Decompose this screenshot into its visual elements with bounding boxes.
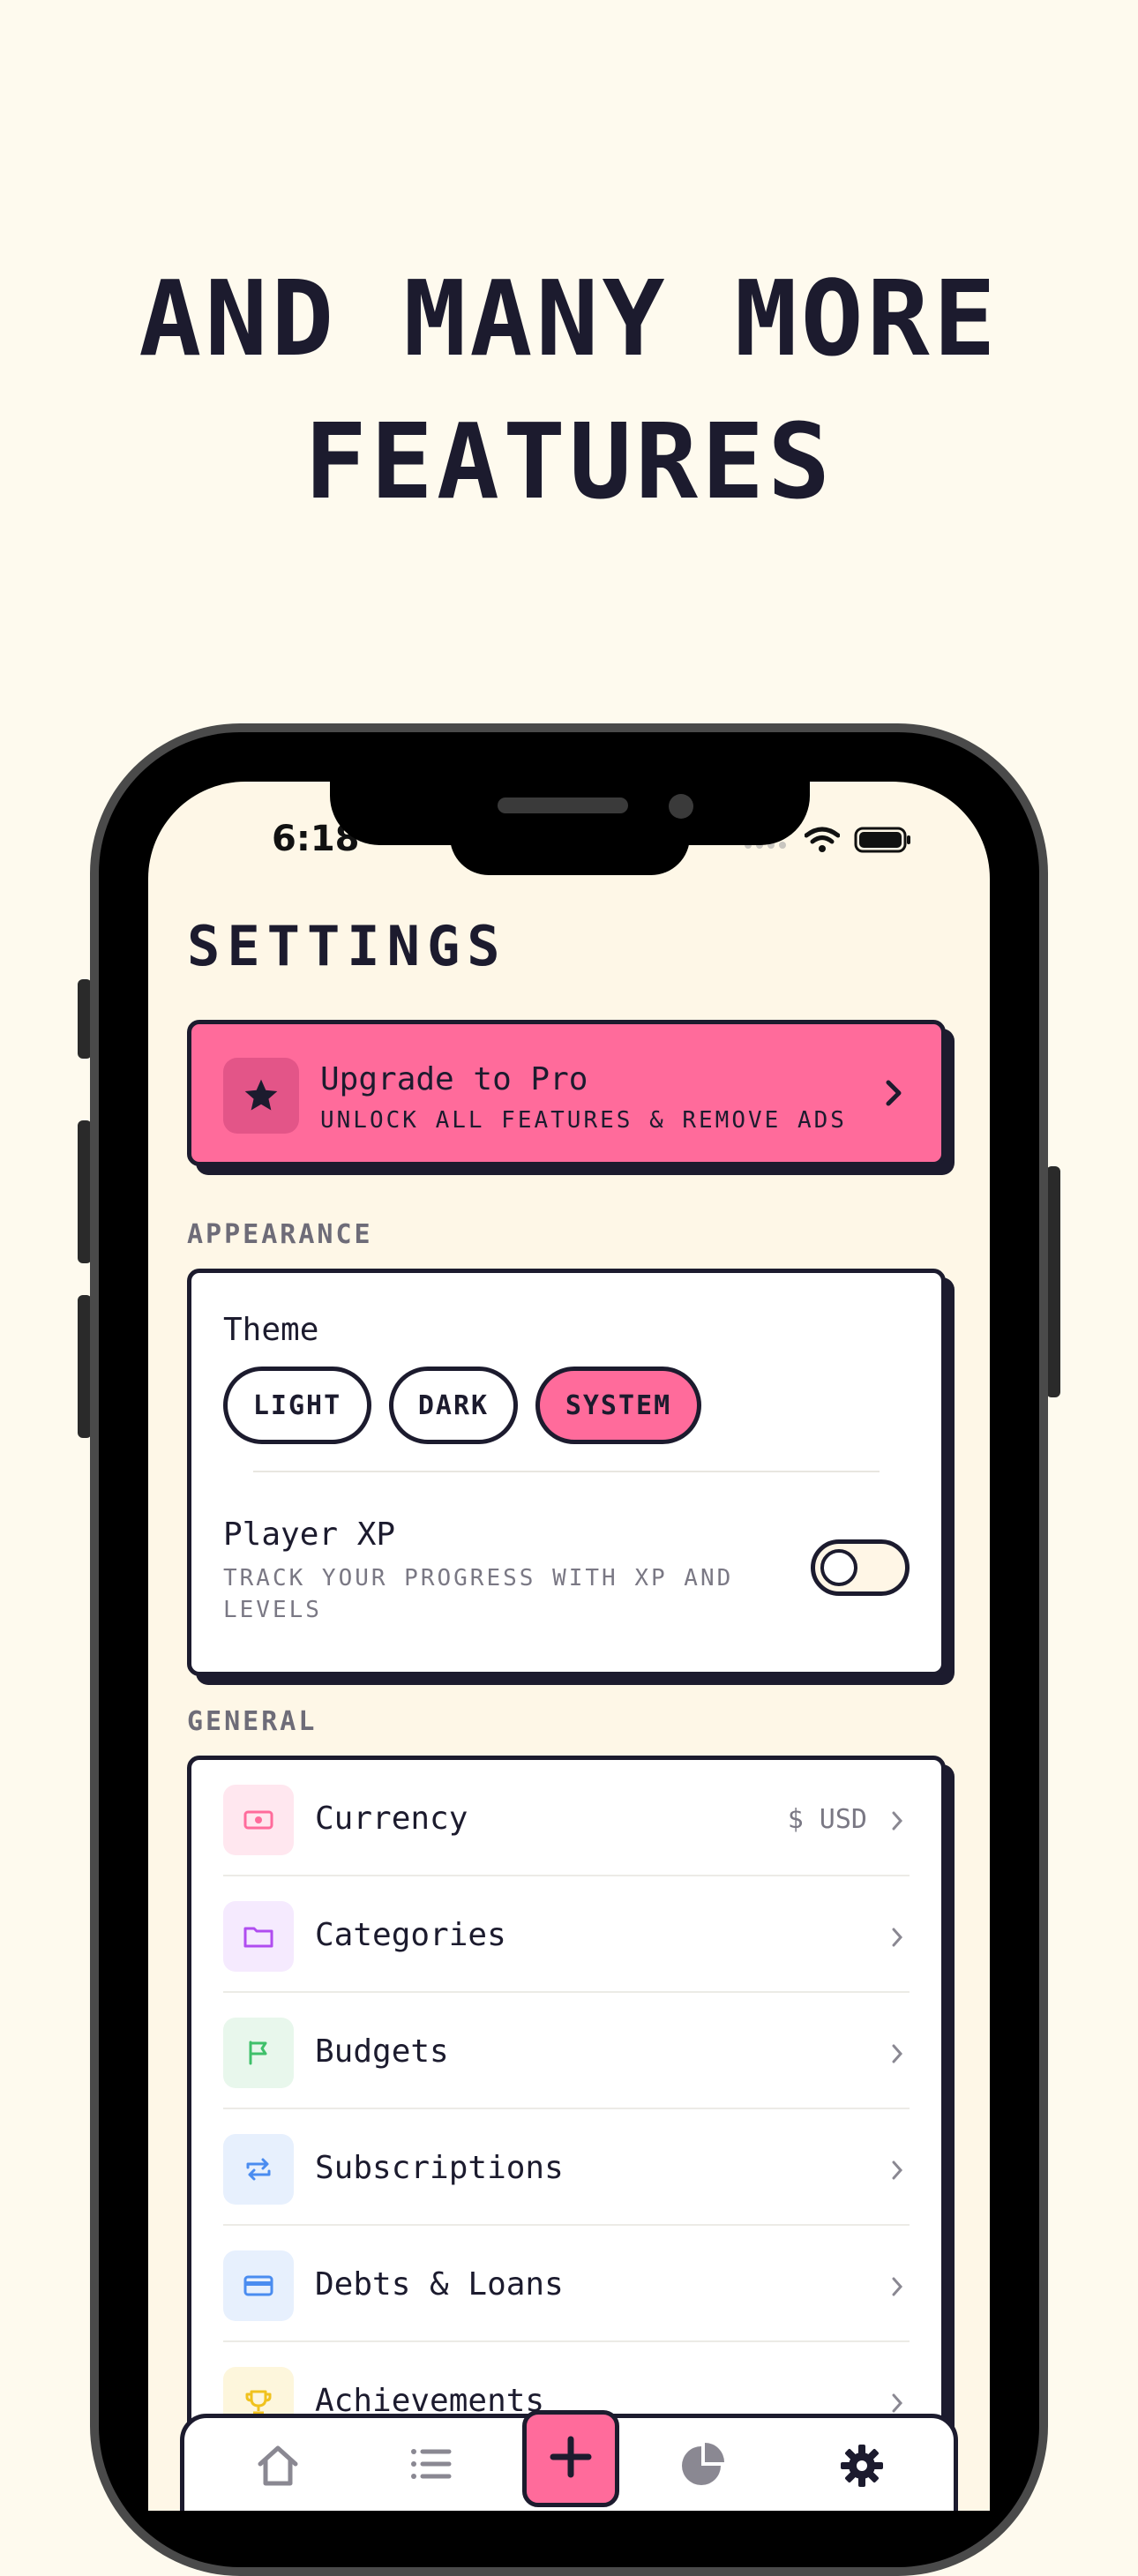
row-icon-box [223, 2250, 294, 2321]
appearance-card: Theme LIGHT DARK SYSTEM Player XP TRACK … [187, 1269, 946, 1676]
pie-chart-icon[interactable] [677, 2441, 726, 2487]
row-label: Budgets [315, 2033, 449, 2070]
player-xp-subtitle: TRACK YOUR PROGRESS WITH XP AND LEVELS [223, 1565, 734, 1623]
row-icon-box [223, 1901, 294, 1972]
row-icon-box [223, 1785, 294, 1855]
chevron-right-icon [892, 2277, 903, 2296]
page-title: SETTINGS [187, 914, 507, 978]
phone-camera [669, 794, 693, 819]
pro-subtitle: UNLOCK ALL FEATURES & REMOVE ADS [320, 1107, 847, 1134]
chevron-right-icon [892, 1928, 903, 1947]
trophy-icon [245, 2390, 272, 2415]
settings-row-categories[interactable]: Categories [223, 1876, 910, 1993]
row-label: Categories [315, 1917, 506, 1953]
row-label: Subscriptions [315, 2150, 564, 2186]
credit-card-icon [243, 2275, 273, 2296]
phone-screen: 6:18 SETTINGS Upgrade to Pro UNLOCK ALL … [148, 782, 990, 2511]
flag-icon [249, 2041, 267, 2065]
folder-icon [243, 1927, 273, 1948]
add-transaction-button[interactable] [522, 2410, 619, 2507]
plus-icon [550, 2436, 592, 2478]
currency-value: $ USD [787, 1804, 867, 1835]
list-icon[interactable] [407, 2441, 456, 2487]
headline-line-2: FEATURES [303, 401, 835, 522]
banknote-icon [243, 1810, 273, 1830]
chevron-right-icon [892, 2160, 903, 2180]
row-icon-box [223, 2018, 294, 2088]
chevron-right-icon [892, 2393, 903, 2413]
settings-row-budgets[interactable]: Budgets [223, 1993, 910, 2109]
player-xp-title: Player XP [223, 1516, 396, 1553]
chevron-right-icon [892, 1811, 903, 1831]
phone-speaker [498, 798, 628, 813]
player-xp-toggle[interactable] [811, 1539, 910, 1596]
theme-option-dark[interactable]: DARK [389, 1367, 518, 1444]
general-card: Currency $ USD Categories Budgets Subscr… [187, 1756, 946, 2479]
theme-option-light[interactable]: LIGHT [223, 1367, 371, 1444]
gear-icon[interactable] [837, 2441, 887, 2487]
repeat-icon [246, 2158, 271, 2181]
upgrade-pro-card[interactable]: Upgrade to Pro UNLOCK ALL FEATURES & REM… [187, 1020, 946, 1166]
divider [253, 1471, 880, 1472]
headline-line-1: AND MANY MORE [139, 258, 999, 379]
wifi-icon [805, 827, 840, 852]
settings-row-subscriptions[interactable]: Subscriptions [223, 2109, 910, 2226]
home-icon[interactable] [253, 2441, 303, 2487]
toggle-knob [820, 1549, 857, 1586]
section-label-general: GENERAL [187, 1706, 318, 1737]
theme-option-system[interactable]: SYSTEM [535, 1367, 701, 1444]
power-button [1046, 1166, 1060, 1397]
headline: AND MANY MORE FEATURES [0, 247, 1138, 533]
row-label: Currency [315, 1801, 468, 1837]
chevron-right-icon [886, 1080, 902, 1106]
pro-icon-box [223, 1058, 299, 1134]
settings-row-debts-loans[interactable]: Debts & Loans [223, 2226, 910, 2342]
row-icon-box [223, 2134, 294, 2205]
section-label-appearance: APPEARANCE [187, 1219, 373, 1250]
pro-title: Upgrade to Pro [320, 1061, 588, 1097]
phone-notch-bump [450, 829, 690, 875]
battery-icon [854, 827, 910, 853]
chevron-right-icon [892, 2044, 903, 2063]
settings-row-currency[interactable]: Currency $ USD [223, 1760, 910, 1876]
theme-label: Theme [223, 1312, 319, 1348]
row-label: Debts & Loans [315, 2266, 564, 2303]
star-icon [244, 1079, 278, 1111]
